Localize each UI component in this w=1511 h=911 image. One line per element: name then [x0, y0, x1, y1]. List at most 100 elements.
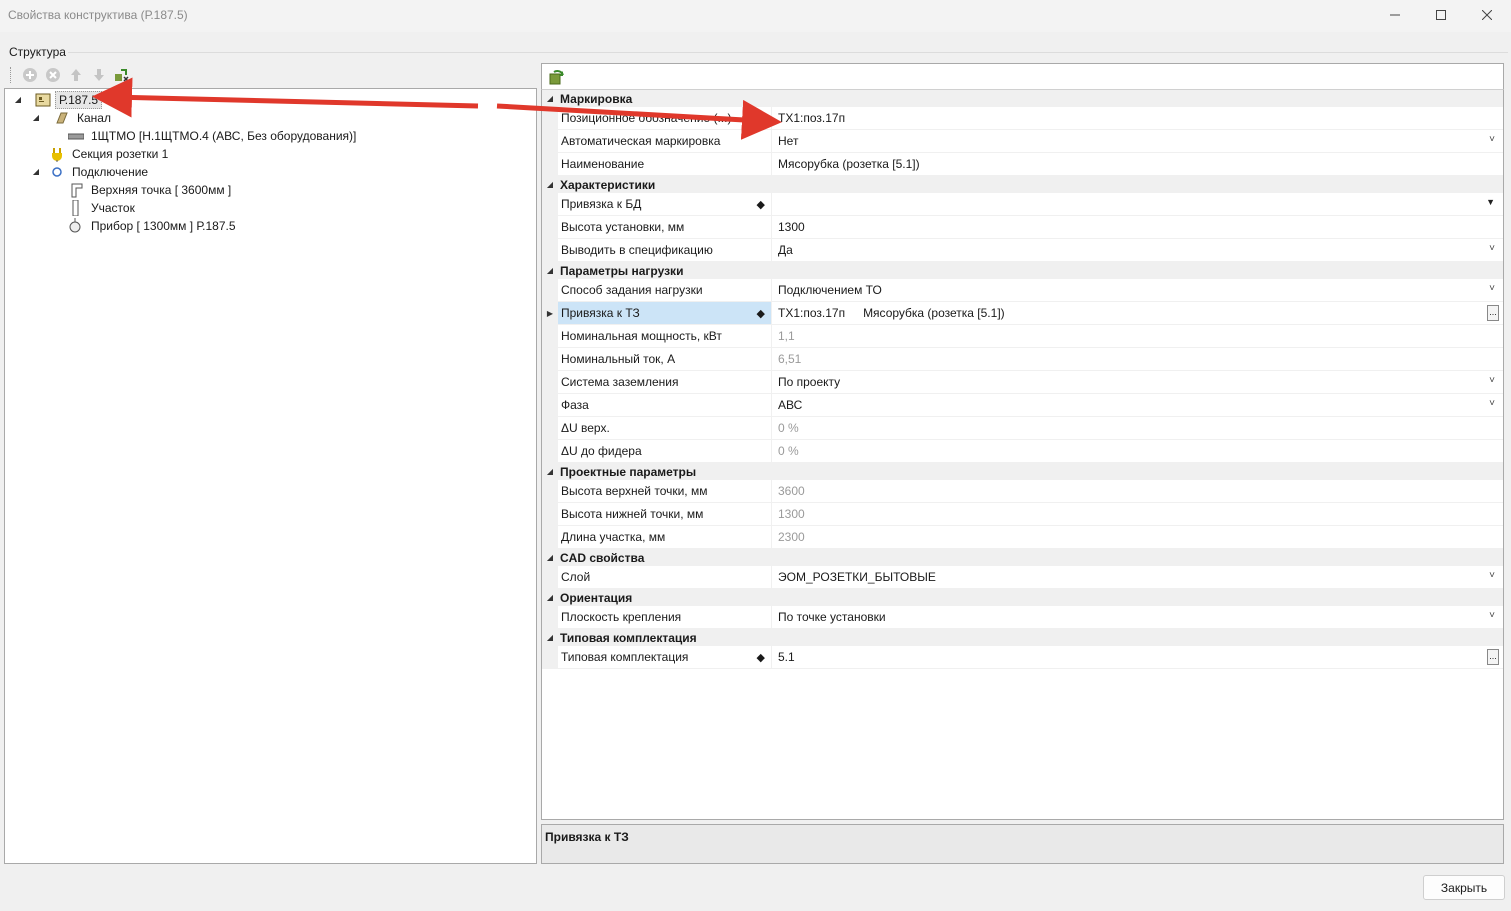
property-name: Высота нижней точки, мм: [558, 503, 772, 525]
property-value[interactable]: ЭОМ_РОЗЕТКИ_БЫТОВЫЕ ˅: [772, 566, 1503, 588]
collapse-icon[interactable]: ◢: [542, 467, 558, 476]
collapse-icon[interactable]: ◢: [542, 593, 558, 602]
tree-node-top-point[interactable]: Верхняя точка [ 3600мм ]: [68, 181, 234, 199]
chevron-down-icon[interactable]: ˅: [1489, 243, 1495, 254]
property-row[interactable]: Плоскость крепления По точке установки ˅: [542, 606, 1503, 629]
property-row[interactable]: ΔU до фидера 0 %: [542, 440, 1503, 463]
toolbar-grip[interactable]: [10, 67, 13, 83]
socket-plug-icon: [49, 146, 65, 162]
property-row[interactable]: Высота нижней точки, мм 1300: [542, 503, 1503, 526]
chevron-down-icon[interactable]: ˅: [1489, 375, 1495, 386]
property-value[interactable]: ТХ1:поз.17п: [772, 107, 1503, 129]
tree-action-button[interactable]: [112, 66, 131, 85]
collapse-icon[interactable]: ◢: [542, 180, 558, 189]
tree-node-device[interactable]: Прибор [ 1300мм ] Р.187.5: [68, 217, 239, 235]
property-row[interactable]: Длина участка, мм 2300: [542, 526, 1503, 549]
collapse-icon[interactable]: ◢: [542, 94, 558, 103]
move-down-button[interactable]: [89, 66, 108, 85]
ellipsis-button[interactable]: ...: [1487, 305, 1499, 321]
move-up-button[interactable]: [66, 66, 85, 85]
property-row[interactable]: Автоматическая маркировка Нет ˅: [542, 130, 1503, 153]
property-value[interactable]: Мясорубка (розетка [5.1]): [772, 153, 1503, 175]
property-name: Номинальная мощность, кВт: [558, 325, 772, 347]
collapse-icon[interactable]: ◢: [32, 167, 40, 176]
property-row[interactable]: Позиционное обозначение (...) ТХ1:поз.17…: [542, 107, 1503, 130]
add-node-button[interactable]: [20, 66, 39, 85]
property-value[interactable]: Нет ˅: [772, 130, 1503, 152]
property-value[interactable]: ТХ1:поз.17п Мясорубка (розетка [5.1])...: [772, 302, 1503, 324]
property-value[interactable]: 1300: [772, 216, 1503, 238]
minimize-button[interactable]: [1372, 0, 1418, 30]
property-name: Способ задания нагрузки: [558, 279, 772, 301]
category-characteristics[interactable]: ◢ Характеристики: [542, 176, 1503, 193]
category-marking[interactable]: ◢ Маркировка: [542, 90, 1503, 107]
category-label: Характеристики: [560, 177, 656, 192]
structure-tree[interactable]: ◢ Р.187.5 ◢ Канал 1ЩТМО [Н.1ЩТМО.4 (АВС,…: [4, 88, 537, 864]
property-row[interactable]: Способ задания нагрузки Подключением ТО ˅: [542, 279, 1503, 302]
diamond-icon: ◆: [756, 652, 765, 664]
tree-node-segment[interactable]: Участок: [68, 199, 138, 217]
property-row[interactable]: Высота верхней точки, мм 3600: [542, 480, 1503, 503]
property-row[interactable]: Выводить в спецификацию Да ˅: [542, 239, 1503, 262]
tree-node-panel[interactable]: 1ЩТМО [Н.1ЩТМО.4 (АВС, Без оборудования)…: [68, 127, 359, 145]
group-divider: [68, 52, 1508, 53]
property-value[interactable]: ▼: [772, 193, 1503, 215]
chevron-down-icon[interactable]: ˅: [1489, 610, 1495, 621]
tree-node-channel[interactable]: ◢ Канал: [33, 109, 114, 127]
collapse-icon[interactable]: ◢: [32, 113, 40, 122]
window-title: Свойства конструктива (Р.187.5): [8, 8, 188, 22]
property-value[interactable]: АВС ˅: [772, 394, 1503, 416]
chevron-down-icon[interactable]: ˅: [1489, 283, 1495, 294]
property-value[interactable]: Да ˅: [772, 239, 1503, 261]
property-row[interactable]: Типовая комплектация ◆ 5.1...: [542, 646, 1503, 669]
category-typical-kit[interactable]: ◢ Типовая комплектация: [542, 629, 1503, 646]
tree-node-connection[interactable]: ◢ Подключение: [33, 163, 151, 181]
tree-node-socket-section[interactable]: Секция розетки 1: [49, 145, 171, 163]
close-button[interactable]: Закрыть: [1423, 875, 1505, 900]
property-value[interactable]: Подключением ТО ˅: [772, 279, 1503, 301]
property-row[interactable]: Привязка к БД ◆ ▼: [542, 193, 1503, 216]
tree-node-label: Р.187.5: [55, 91, 103, 109]
category-project-params[interactable]: ◢ Проектные параметры: [542, 463, 1503, 480]
close-window-button[interactable]: [1464, 0, 1510, 30]
property-name: Привязка к БД ◆: [558, 193, 772, 215]
chevron-down-icon[interactable]: ˅: [1489, 398, 1495, 409]
chevron-down-icon[interactable]: ˅: [1489, 570, 1495, 581]
maximize-button[interactable]: [1418, 0, 1464, 30]
property-value: 0 %: [778, 421, 799, 435]
remove-node-button[interactable]: [43, 66, 62, 85]
refresh-button[interactable]: [548, 68, 566, 86]
property-value: 6,51: [778, 352, 802, 366]
property-row[interactable]: Высота установки, мм 1300: [542, 216, 1503, 239]
category-orientation[interactable]: ◢ Ориентация: [542, 589, 1503, 606]
category-label: Проектные параметры: [560, 464, 697, 479]
collapse-icon[interactable]: ◢: [542, 633, 558, 642]
property-row[interactable]: Наименование Мясорубка (розетка [5.1]): [542, 153, 1503, 176]
property-value[interactable]: По точке установки ˅: [772, 606, 1503, 628]
dropdown-arrow-icon[interactable]: ▼: [1486, 197, 1495, 207]
collapse-icon[interactable]: ◢: [542, 553, 558, 562]
property-value[interactable]: По проекту ˅: [772, 371, 1503, 393]
property-row[interactable]: Система заземления По проекту ˅: [542, 371, 1503, 394]
expand-icon[interactable]: ▶: [547, 309, 553, 318]
collapse-icon[interactable]: ◢: [542, 266, 558, 275]
category-load-params[interactable]: ◢ Параметры нагрузки: [542, 262, 1503, 279]
maximize-icon: [1436, 10, 1446, 20]
collapse-icon[interactable]: ◢: [14, 95, 22, 104]
property-row[interactable]: ΔU верх. 0 %: [542, 417, 1503, 440]
property-row[interactable]: Слой ЭОМ_РОЗЕТКИ_БЫТОВЫЕ ˅: [542, 566, 1503, 589]
property-row-selected[interactable]: ▶ Привязка к ТЗ ◆ ТХ1:поз.17п Мясорубка (р…: [542, 302, 1503, 325]
property-row[interactable]: Номинальная мощность, кВт 1,1: [542, 325, 1503, 348]
property-row[interactable]: Номинальный ток, А 6,51: [542, 348, 1503, 371]
property-row[interactable]: Фаза АВС ˅: [542, 394, 1503, 417]
property-name: ΔU верх.: [558, 417, 772, 439]
property-grid[interactable]: ◢ Маркировка Позиционное обозначение (..…: [541, 89, 1504, 820]
tree-action-icon: [114, 69, 129, 82]
category-cad[interactable]: ◢ CAD свойства: [542, 549, 1503, 566]
property-value[interactable]: 5.1...: [772, 646, 1503, 668]
ellipsis-button[interactable]: ...: [1487, 649, 1499, 665]
remove-icon: [45, 68, 60, 82]
property-name: Слой: [558, 566, 772, 588]
tree-node-root[interactable]: ◢ Р.187.5: [15, 91, 103, 109]
chevron-down-icon[interactable]: ˅: [1489, 134, 1495, 145]
